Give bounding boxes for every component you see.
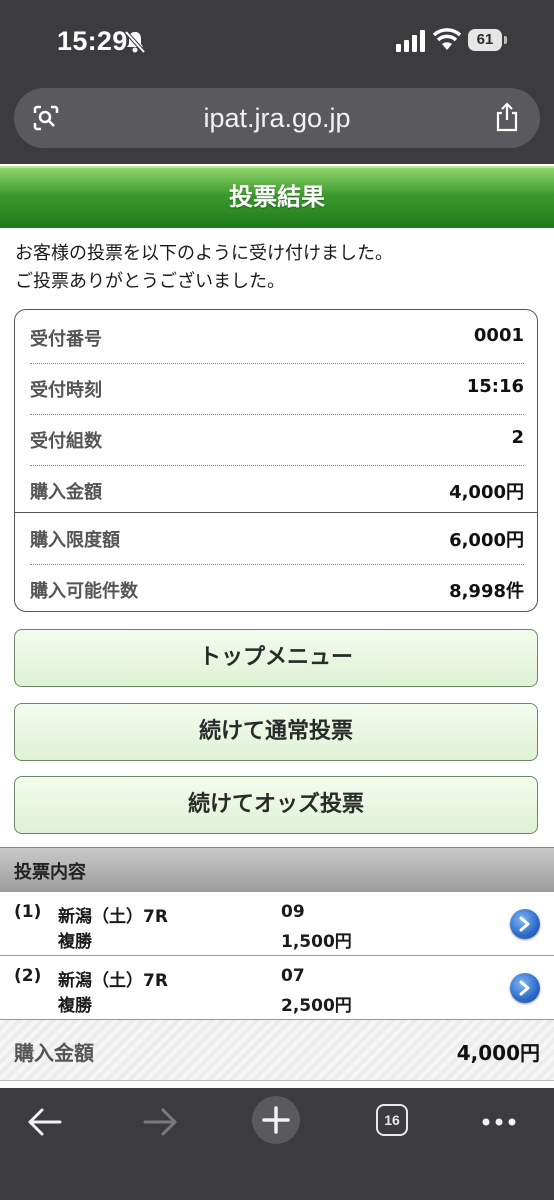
bell-slash-icon [124, 30, 146, 54]
battery-tip [504, 36, 507, 44]
intro-line-1: お客様の投票を以下のように受け付けました。 [15, 243, 393, 264]
browser-toolbar: 16 [0, 1088, 554, 1200]
summary-value: 0001 [473, 325, 524, 346]
status-bar: 15:29 61 [0, 0, 554, 80]
bet-row[interactable]: (1) 新潟（土）7R 複勝 09 1,500円 [0, 892, 554, 956]
bet-race: 新潟（土）7R [58, 907, 168, 927]
summary-value: 8,998件 [449, 581, 524, 602]
summary-label: 購入金額 [30, 482, 102, 503]
summary-label: 受付番号 [30, 329, 102, 350]
wifi-icon [432, 28, 462, 50]
summary-value: 4,000円 [449, 482, 524, 503]
bet-type: 複勝 [58, 996, 92, 1016]
summary-box: 受付番号 0001 受付時刻 15:16 受付組数 2 購入金額 4,000円 … [14, 309, 538, 612]
bet-row[interactable]: (2) 新潟（土）7R 複勝 07 2,500円 [0, 956, 554, 1020]
back-icon[interactable] [14, 1102, 74, 1142]
forward-icon[interactable] [131, 1102, 191, 1142]
bets-section-title: 投票内容 [14, 862, 86, 883]
summary-row: 受付番号 0001 [30, 313, 524, 364]
battery-icon: 61 [468, 29, 508, 51]
battery-level: 61 [468, 29, 502, 51]
plus-icon [262, 1106, 290, 1134]
summary-value: 6,000円 [449, 530, 524, 551]
bets-section-header: 投票内容 [0, 847, 554, 893]
bet-horse-number: 07 [281, 966, 305, 986]
new-tab-button[interactable] [252, 1096, 300, 1144]
summary-label: 購入限度額 [30, 530, 120, 551]
summary-row: 購入限度額 6,000円 [30, 514, 524, 565]
total-label: 購入金額 [14, 1041, 94, 1065]
summary-value: 15:16 [466, 376, 524, 397]
summary-label: 受付時刻 [30, 380, 102, 401]
summary-row: 受付時刻 15:16 [30, 364, 524, 415]
bet-race: 新潟（土）7R [58, 971, 168, 991]
status-time: 15:29 [57, 26, 128, 56]
bet-type: 複勝 [58, 932, 92, 952]
page-title: 投票結果 [229, 183, 325, 211]
chevron-right-icon[interactable] [510, 909, 540, 939]
signal-icon [396, 30, 425, 52]
summary-row: 受付組数 2 [30, 415, 524, 466]
continue-normal-bet-button[interactable]: 続けて通常投票 [14, 703, 538, 761]
bet-number: (2) [14, 966, 42, 986]
chevron-right-icon[interactable] [510, 973, 540, 1003]
summary-value: 2 [511, 427, 524, 448]
bet-amount: 1,500円 [281, 932, 352, 952]
address-bar[interactable]: ipat.jra.go.jp [14, 88, 540, 148]
page-title-bar: 投票結果 [0, 166, 554, 228]
summary-label: 受付組数 [30, 431, 102, 452]
total-row: 購入金額 4,000円 [0, 1020, 554, 1081]
summary-row: 購入金額 4,000円 [30, 466, 524, 516]
summary-label: 購入可能件数 [30, 581, 138, 602]
tabs-icon[interactable]: 16 [376, 1104, 408, 1136]
bet-amount: 2,500円 [281, 996, 352, 1016]
continue-odds-bet-button[interactable]: 続けてオッズ投票 [14, 776, 538, 834]
summary-divider [15, 512, 537, 513]
intro-line-2: ご投票ありがとうございました。 [15, 271, 285, 292]
browser-chrome-top: 15:29 61 ipat.jra.go.jp [0, 0, 554, 164]
bet-number: (1) [14, 902, 42, 922]
share-icon[interactable] [494, 102, 520, 132]
intro-text: お客様の投票を以下のように受け付けました。 ご投票ありがとうございました。 [15, 240, 545, 296]
summary-row: 購入可能件数 8,998件 [30, 565, 524, 615]
bet-horse-number: 09 [281, 902, 305, 922]
top-menu-button[interactable]: トップメニュー [14, 629, 538, 687]
more-icon[interactable] [470, 1102, 530, 1142]
url-text[interactable]: ipat.jra.go.jp [14, 88, 540, 148]
total-value: 4,000円 [456, 1041, 540, 1065]
